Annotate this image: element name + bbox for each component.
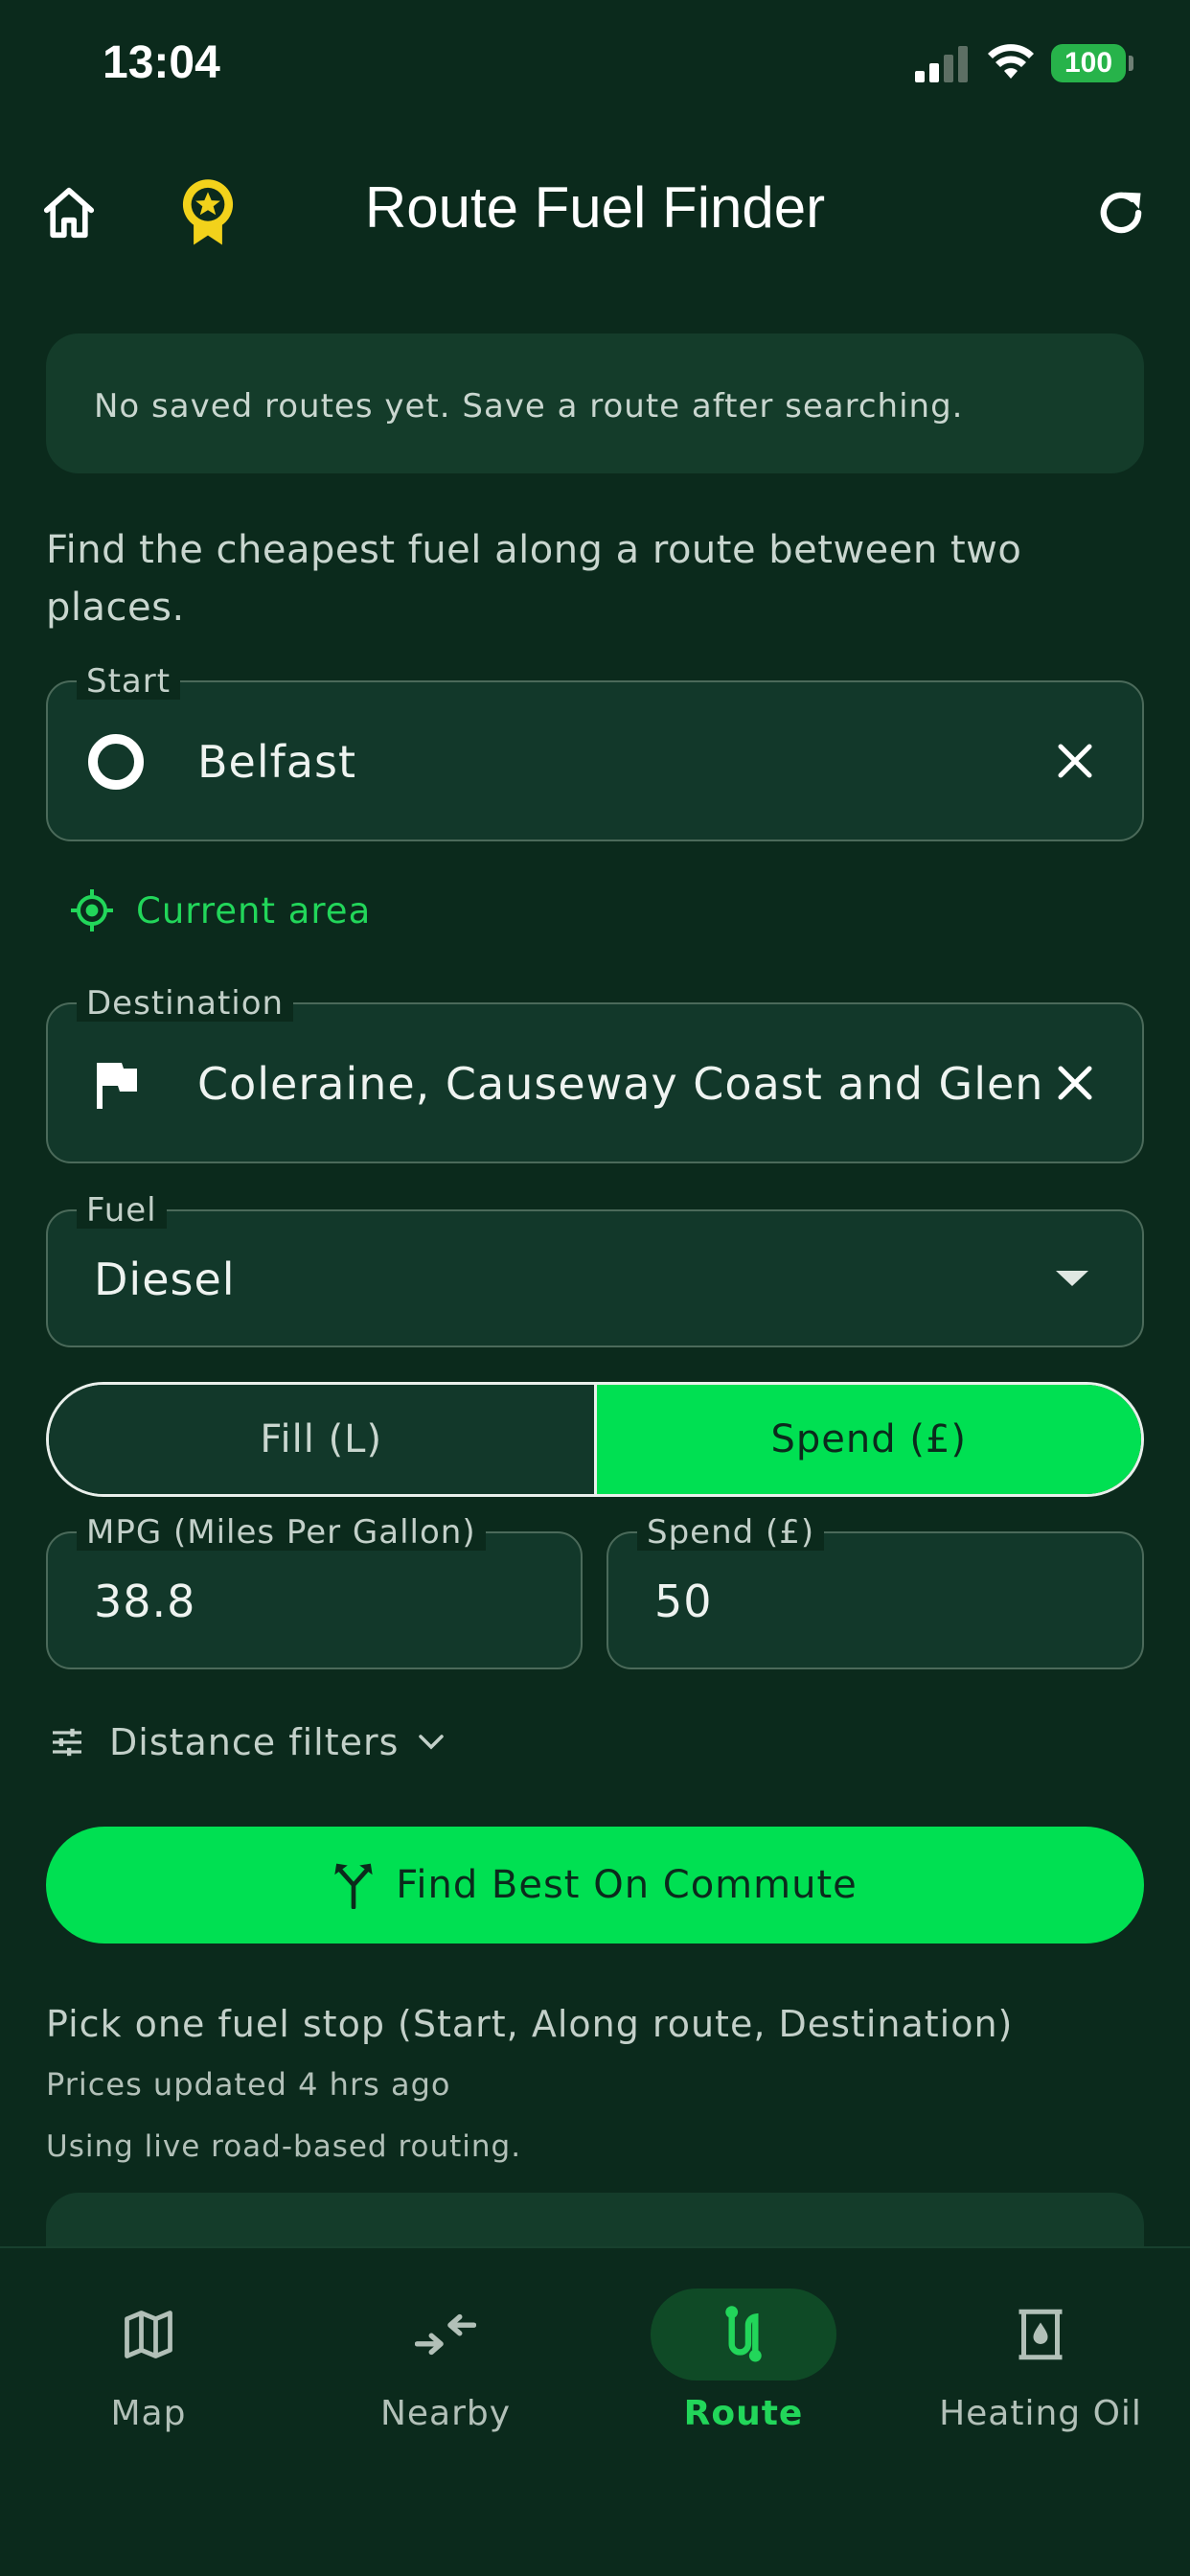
fuel-selected-value: Diesel — [94, 1254, 236, 1305]
nav-label-map: Map — [110, 2394, 187, 2433]
nav-label-route: Route — [683, 2394, 804, 2433]
mpg-field[interactable]: MPG (Miles Per Gallon) 38.8 — [46, 1514, 583, 1669]
app-screen: 13:04 100 Route Fuel Finder No saved rou… — [0, 0, 1190, 2576]
start-input[interactable]: Belfast — [197, 736, 983, 788]
nav-tab-map[interactable]: Map — [0, 2288, 297, 2461]
nav-tab-route[interactable]: Route — [595, 2288, 892, 2461]
close-icon — [1058, 1066, 1092, 1100]
fill-spend-toggle: Fill (L) Spend (£) — [46, 1382, 1144, 1497]
status-bar: 13:04 100 — [0, 0, 1190, 134]
nav-label-heating-oil: Heating Oil — [939, 2394, 1142, 2433]
map-icon — [56, 2288, 241, 2380]
start-circle-icon — [86, 732, 146, 792]
clear-destination-button[interactable] — [1046, 1054, 1104, 1112]
current-area-label: Current area — [136, 889, 372, 932]
find-best-label: Find Best On Commute — [396, 1863, 858, 1907]
distance-filters-toggle[interactable]: Distance filters — [48, 1715, 445, 1769]
distance-filters-label: Distance filters — [109, 1721, 400, 1763]
mpg-field-label: MPG (Miles Per Gallon) — [77, 1514, 486, 1551]
intro-text: Find the cheapest fuel along a route bet… — [46, 528, 1022, 630]
clear-start-button[interactable] — [1046, 732, 1104, 790]
saved-routes-empty-message: No saved routes yet. Save a route after … — [94, 387, 964, 426]
status-time: 13:04 — [103, 37, 220, 88]
destination-input[interactable]: Coleraine, Causeway Coast and Glens — [197, 1058, 1041, 1110]
tune-icon — [53, 1728, 81, 1757]
fill-mode-button[interactable]: Fill (L) — [49, 1385, 597, 1494]
bottom-navigation: Map Nearby Route Heating Oil — [0, 2246, 1190, 2576]
find-best-button[interactable]: Find Best On Commute — [46, 1827, 1144, 1944]
heating-oil-icon — [948, 2288, 1133, 2380]
pick-stop-hint: Pick one fuel stop (Start, Along route, … — [46, 2003, 1014, 2045]
spend-input[interactable]: 50 — [654, 1576, 713, 1627]
current-area-button[interactable]: Current area — [69, 882, 371, 939]
spend-field-label: Spend (£) — [637, 1514, 825, 1551]
refresh-icon — [1100, 192, 1142, 234]
nearby-icon — [353, 2288, 538, 2380]
routing-info-text: Using live road-based routing. — [46, 2129, 522, 2164]
my-location-icon — [71, 889, 113, 932]
cellular-signal-icon — [915, 46, 968, 82]
route-icon — [651, 2288, 836, 2380]
page-title: Route Fuel Finder — [364, 175, 826, 240]
fuel-select[interactable]: Fuel Diesel — [46, 1192, 1144, 1347]
nav-tab-nearby[interactable]: Nearby — [297, 2288, 594, 2461]
spend-mode-button[interactable]: Spend (£) — [596, 1385, 1141, 1494]
close-icon — [1058, 744, 1092, 778]
nav-tab-heating-oil[interactable]: Heating Oil — [892, 2288, 1189, 2461]
battery-indicator: 100 — [1051, 44, 1126, 82]
flag-icon — [86, 1058, 146, 1112]
fuel-select-label: Fuel — [77, 1192, 167, 1229]
nav-label-nearby: Nearby — [379, 2394, 512, 2433]
chevron-down-icon — [419, 1735, 445, 1750]
app-bar: Route Fuel Finder — [0, 153, 1190, 268]
mpg-input[interactable]: 38.8 — [94, 1576, 195, 1627]
dropdown-arrow-icon — [1056, 1269, 1088, 1292]
refresh-button[interactable] — [1081, 172, 1161, 253]
start-field-label: Start — [77, 663, 181, 700]
fork-route-icon — [334, 1863, 373, 1909]
battery-tip — [1129, 56, 1133, 71]
prices-updated-text: Prices updated 4 hrs ago — [46, 2066, 451, 2103]
start-field[interactable]: Start Belfast — [46, 663, 1144, 841]
destination-field[interactable]: Destination Coleraine, Causeway Coast an… — [46, 985, 1144, 1163]
saved-routes-card: No saved routes yet. Save a route after … — [46, 334, 1144, 473]
wifi-icon — [988, 44, 1034, 79]
spend-field[interactable]: Spend (£) 50 — [606, 1514, 1144, 1669]
destination-field-label: Destination — [77, 985, 294, 1022]
